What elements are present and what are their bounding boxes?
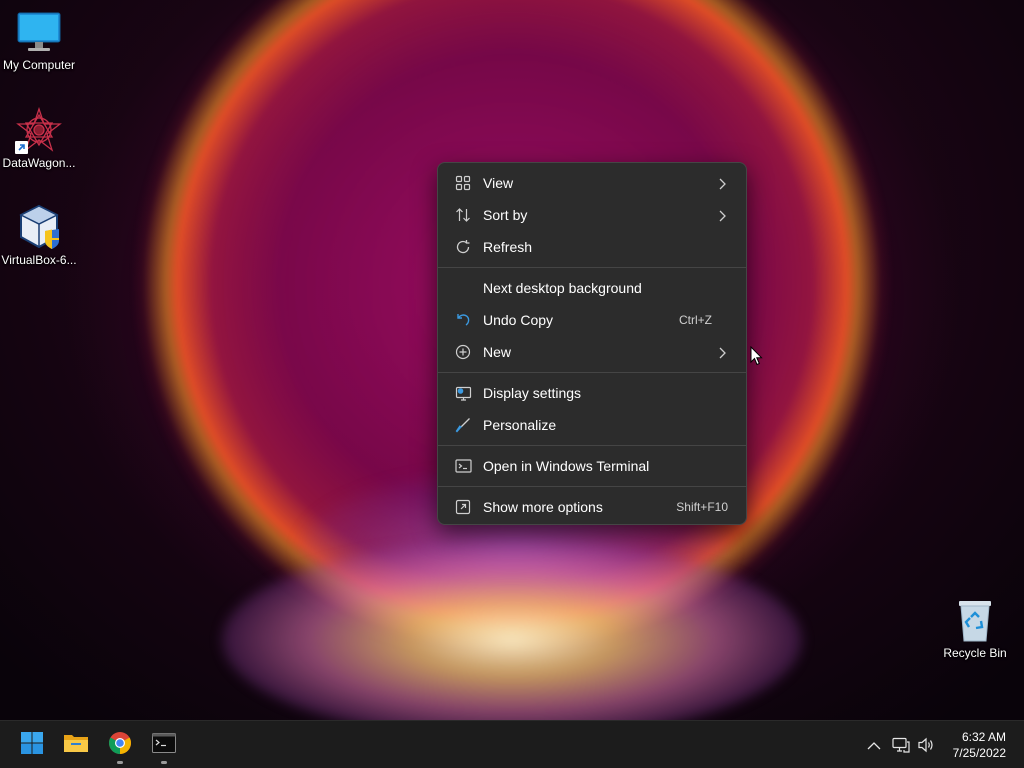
taskbar-terminal[interactable]	[144, 725, 184, 765]
view-grid-icon	[454, 174, 472, 192]
taskbar-chrome[interactable]	[100, 725, 140, 765]
clock-time: 6:32 AM	[961, 730, 1006, 744]
menu-item-label: View	[483, 175, 514, 191]
refresh-icon	[454, 238, 472, 256]
display-settings-icon	[454, 384, 472, 402]
computer-icon	[15, 8, 63, 56]
menu-separator	[438, 445, 746, 446]
menu-item-view[interactable]: View	[442, 167, 742, 199]
desktop-icon-label: My Computer	[2, 58, 76, 72]
clock-date: 7/25/2022	[952, 746, 1006, 760]
menu-item-label: Display settings	[483, 385, 582, 401]
taskbar-clock[interactable]: 6:32 AM 7/25/2022	[953, 729, 1006, 761]
file-explorer-icon	[63, 732, 89, 759]
chrome-icon	[108, 731, 132, 760]
desktop-icon-datawagon[interactable]: DataWagon...	[0, 106, 78, 171]
menu-item-label: Next desktop background	[483, 280, 642, 296]
show-more-options-icon	[454, 498, 472, 516]
menu-item-refresh[interactable]: Refresh	[442, 231, 742, 263]
datawagon-icon	[15, 106, 63, 154]
chevron-right-icon	[718, 346, 726, 362]
menu-item-label: Refresh	[483, 239, 533, 255]
menu-separator	[438, 267, 746, 268]
menu-item-label: New	[483, 344, 512, 360]
desktop-icon-recycle-bin[interactable]: Recycle Bin	[936, 596, 1014, 661]
menu-item-open-terminal[interactable]: Open in Windows Terminal	[442, 450, 742, 482]
sort-icon	[454, 206, 472, 224]
taskbar: 6:32 AM 7/25/2022	[0, 720, 1024, 768]
shortcut-arrow-icon	[15, 141, 28, 154]
new-plus-icon	[454, 343, 472, 361]
personalize-brush-icon	[454, 416, 472, 434]
menu-item-shortcut: Ctrl+Z	[679, 313, 712, 327]
desktop-icon-label: DataWagon...	[2, 156, 76, 170]
start-button[interactable]	[12, 725, 52, 765]
chevron-up-icon[interactable]	[864, 735, 884, 755]
menu-separator	[438, 486, 746, 487]
menu-item-label: Undo Copy	[483, 312, 554, 328]
desktop-context-menu: View Sort by Refresh Next desktop backgr…	[437, 162, 747, 525]
desktop-icon-my-computer[interactable]: My Computer	[0, 8, 78, 73]
terminal-app-icon	[152, 732, 176, 758]
menu-item-shortcut: Shift+F10	[676, 500, 728, 514]
menu-item-label: Personalize	[483, 417, 557, 433]
mouse-cursor-icon	[750, 345, 763, 371]
volume-icon[interactable]	[916, 735, 936, 755]
menu-item-new[interactable]: New	[442, 336, 742, 368]
menu-item-show-more-options[interactable]: Show more options Shift+F10	[442, 491, 742, 523]
network-icon[interactable]	[891, 735, 911, 755]
menu-item-display-settings[interactable]: Display settings	[442, 377, 742, 409]
menu-item-label: Open in Windows Terminal	[483, 458, 650, 474]
menu-item-personalize[interactable]: Personalize	[442, 409, 742, 441]
desktop-icon-virtualbox[interactable]: VirtualBox-6...	[0, 203, 78, 268]
chevron-right-icon	[718, 209, 726, 225]
menu-item-label: Sort by	[483, 207, 528, 223]
running-indicator	[117, 761, 123, 764]
chevron-right-icon	[718, 177, 726, 193]
windows-start-icon	[20, 731, 44, 760]
menu-separator	[438, 372, 746, 373]
running-indicator	[161, 761, 167, 764]
menu-item-sort-by[interactable]: Sort by	[442, 199, 742, 231]
desktop-icon-label: VirtualBox-6...	[1, 253, 77, 267]
undo-icon	[454, 311, 472, 329]
menu-item-next-desktop-background[interactable]: Next desktop background	[442, 272, 742, 304]
desktop-icon-label: Recycle Bin	[943, 646, 1007, 660]
terminal-icon	[454, 457, 472, 475]
menu-item-undo-copy[interactable]: Undo Copy Ctrl+Z	[442, 304, 742, 336]
taskbar-file-explorer[interactable]	[56, 725, 96, 765]
menu-item-label: Show more options	[483, 499, 603, 515]
recycle-bin-icon	[951, 596, 999, 644]
virtualbox-icon	[15, 203, 63, 251]
